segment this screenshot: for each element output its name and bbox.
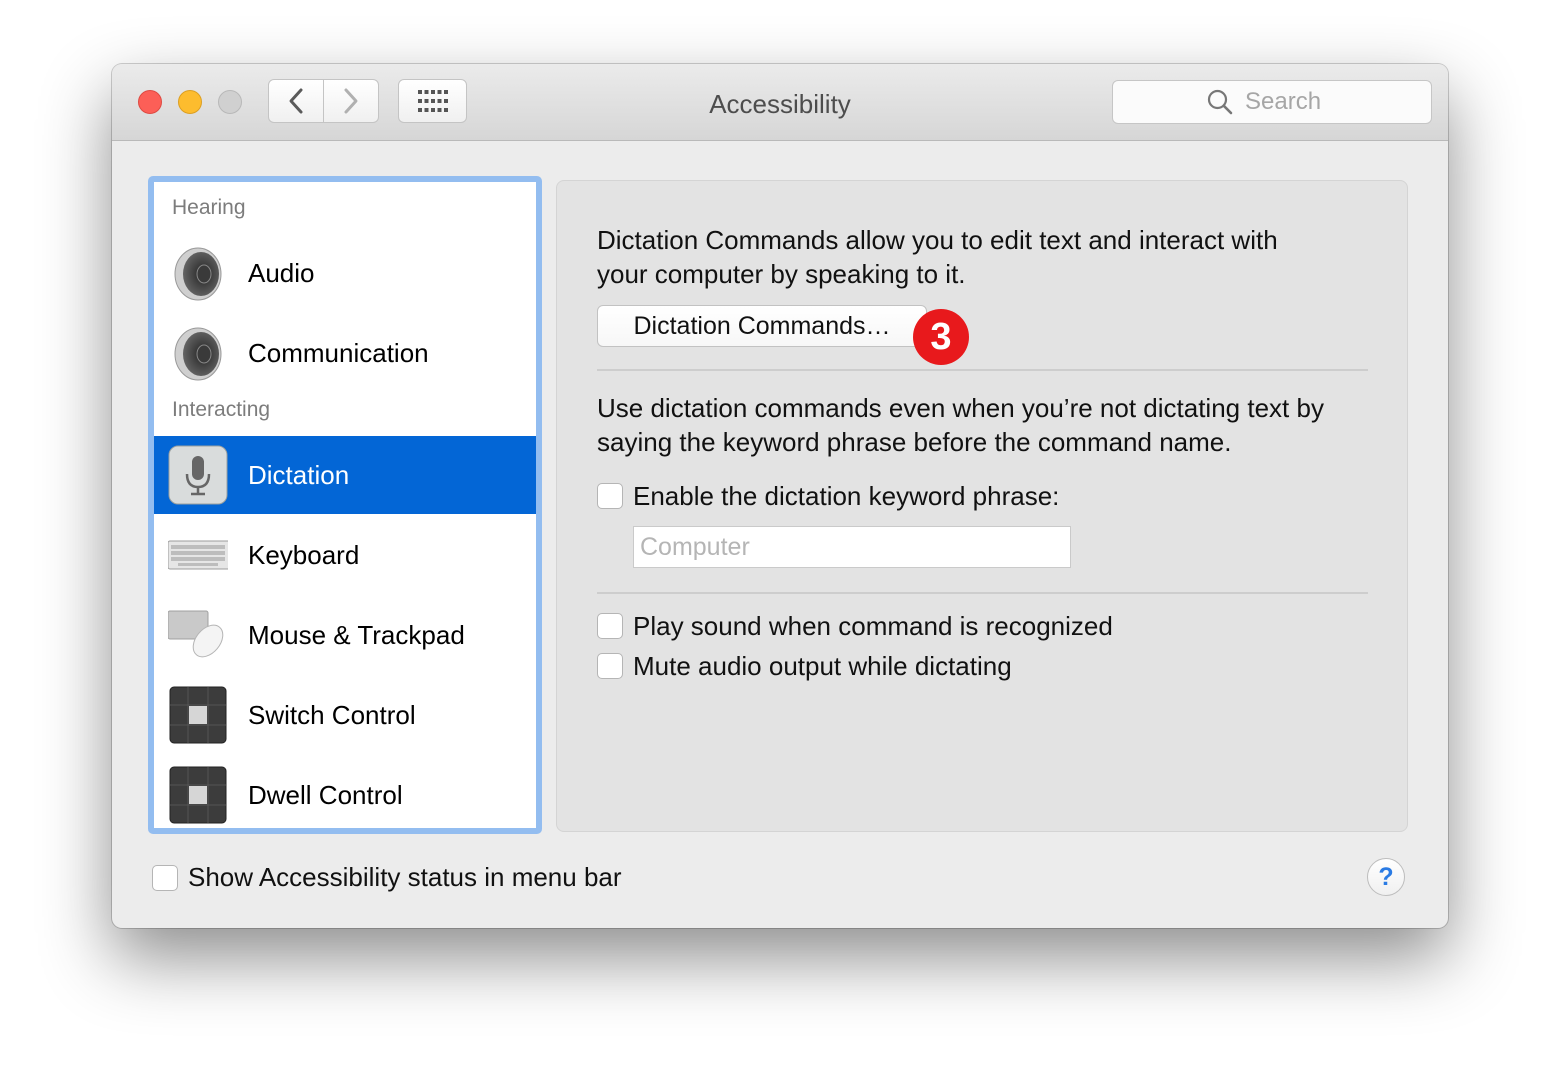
sidebar-item-keyboard[interactable]: Keyboard xyxy=(154,516,536,594)
mute-audio-row[interactable]: Mute audio output while dictating xyxy=(597,651,1012,681)
play-sound-row[interactable]: Play sound when command is recognized xyxy=(597,611,1113,641)
sidebar-item-label: Mouse & Trackpad xyxy=(248,620,465,650)
sidebar-item-label: Audio xyxy=(248,258,315,288)
mouse-trackpad-icon xyxy=(168,610,224,658)
section-label-hearing: Hearing xyxy=(172,196,246,219)
enable-keyword-row[interactable]: Enable the dictation keyword phrase: xyxy=(597,481,1059,511)
sidebar-item-audio[interactable]: Audio xyxy=(154,234,536,312)
keyboard-icon xyxy=(168,540,228,570)
step-badge: 3 xyxy=(913,309,969,365)
sidebar-item-dictation[interactable]: Dictation xyxy=(154,436,536,514)
play-sound-label: Play sound when command is recognized xyxy=(633,610,1113,641)
divider xyxy=(597,369,1368,371)
search-input[interactable] xyxy=(1243,87,1337,117)
sidebar-item-label: Dictation xyxy=(248,460,350,490)
sidebar-item-label: Switch Control xyxy=(248,700,416,730)
show-status-label: Show Accessibility status in menu bar xyxy=(188,862,622,892)
sidebar-item-mouse-trackpad[interactable]: Mouse & Trackpad xyxy=(154,596,536,674)
sidebar-item-communication[interactable]: Communication xyxy=(154,314,536,392)
mute-audio-label: Mute audio output while dictating xyxy=(633,650,1012,681)
section-label-interacting: Interacting xyxy=(172,398,271,421)
show-status-row[interactable]: Show Accessibility status in menu bar xyxy=(152,862,622,893)
keyword-text-line1: Use dictation commands even when you’re … xyxy=(597,393,1324,423)
title-bar: Accessibility xyxy=(112,64,1448,141)
enable-keyword-label: Enable the dictation keyword phrase: xyxy=(633,480,1060,511)
dictation-settings-panel: Dictation Commands allow you to edit tex… xyxy=(556,180,1408,832)
sidebar-item-label: Dwell Control xyxy=(248,780,403,810)
preferences-window: Accessibility Hearing Audio xyxy=(112,64,1448,928)
keyword-text-line2: saying the keyword phrase before the com… xyxy=(597,427,1232,457)
category-sidebar[interactable]: Hearing Audio Communication Interacting xyxy=(148,176,542,834)
speaker-icon xyxy=(174,327,222,381)
intro-text-line1: Dictation Commands allow you to edit tex… xyxy=(597,225,1278,255)
sidebar-item-switch-control[interactable]: Switch Control xyxy=(154,676,536,754)
mute-audio-checkbox[interactable] xyxy=(597,653,623,679)
speaker-icon xyxy=(174,247,222,301)
play-sound-checkbox[interactable] xyxy=(597,613,623,639)
divider xyxy=(597,592,1368,594)
sidebar-item-label: Communication xyxy=(248,338,429,368)
switch-control-icon xyxy=(169,686,227,744)
dictation-commands-button[interactable]: Dictation Commands… xyxy=(597,305,927,347)
help-button[interactable]: ? xyxy=(1367,858,1405,896)
dwell-control-icon xyxy=(169,766,227,824)
search-icon xyxy=(1207,89,1233,115)
search-field[interactable] xyxy=(1112,80,1432,124)
enable-keyword-checkbox[interactable] xyxy=(597,483,623,509)
sidebar-item-dwell-control[interactable]: Dwell Control xyxy=(154,756,536,828)
intro-text-line2: your computer by speaking to it. xyxy=(597,259,966,289)
sidebar-item-label: Keyboard xyxy=(248,540,360,570)
keyword-phrase-input[interactable] xyxy=(633,526,1071,568)
show-status-checkbox[interactable] xyxy=(152,864,178,891)
microphone-icon xyxy=(168,445,228,505)
